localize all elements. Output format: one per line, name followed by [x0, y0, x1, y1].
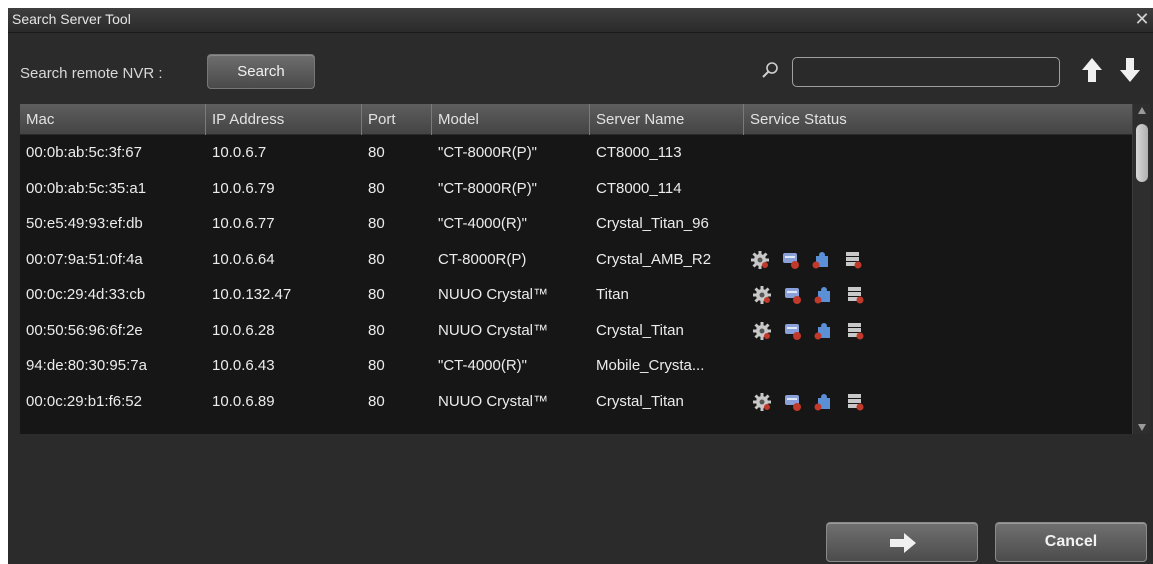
service-status-icons	[752, 321, 876, 341]
table-row[interactable]: 94:de:80:30:95:7a 10.0.6.43 80 "CT-4000(R)"…	[20, 348, 1132, 384]
cell-model: NUUO Crystal™	[438, 321, 549, 339]
database-icon[interactable]	[845, 392, 865, 412]
cell-mac: 00:07:9a:51:0f:4a	[26, 250, 143, 268]
close-icon[interactable]: ✕	[1133, 8, 1151, 30]
cancel-button[interactable]: Cancel	[995, 522, 1147, 562]
cell-server-name: CT8000_114	[596, 179, 682, 197]
arrow-down-icon[interactable]	[1118, 56, 1142, 84]
cell-port: 80	[368, 392, 385, 410]
table-row[interactable]: 00:0b:ab:5c:35:a1 10.0.6.79 80 "CT-8000R(P)…	[20, 171, 1132, 207]
table-row[interactable]: 00:0b:ab:5c:3f:67 10.0.6.7 80 "CT-8000R(P)"…	[20, 135, 1132, 171]
magnifier-icon	[762, 62, 778, 78]
database-icon[interactable]	[845, 285, 865, 305]
scroll-up-icon[interactable]	[1137, 106, 1147, 116]
scroll-down-icon[interactable]	[1137, 422, 1147, 432]
cell-server-name: CT8000_113	[596, 144, 682, 161]
cell-ip-address: 10.0.6.7	[212, 144, 267, 161]
gear-service-icon[interactable]	[750, 250, 770, 270]
search-server-tool-window: Search Server Tool ✕ Search remote NVR :…	[8, 8, 1153, 564]
cell-model: "CT-4000(R)"	[438, 357, 528, 374]
cell-mac: 00:50:56:96:6f:2e	[26, 321, 143, 339]
table-row[interactable]: 00:0c:29:b1:f6:52 10.0.6.89 80 NUUO Crystal…	[20, 384, 1132, 420]
cell-model: "CT-8000R(P)"	[438, 144, 538, 161]
table-row[interactable]: 50:e5:49:93:ef:db 10.0.6.77 80 "CT-4000(R)"…	[20, 206, 1132, 242]
table-row[interactable]: 00:07:9a:51:0f:4a 10.0.6.64 80 CT-8000R(P) C…	[20, 242, 1132, 278]
column-header-model[interactable]: Model	[432, 104, 590, 135]
cell-port: 80	[368, 215, 385, 232]
service-status-icons	[752, 392, 876, 412]
cell-model: NUUO Crystal™	[438, 286, 549, 303]
cell-port: 80	[368, 286, 385, 303]
cell-mac: 00:0c:29:4d:33:cb	[26, 286, 146, 303]
cell-port: 80	[368, 179, 385, 197]
cell-port: 80	[368, 321, 385, 339]
filter-input[interactable]	[792, 57, 1060, 87]
cell-mac: 00:0c:29:b1:f6:52	[26, 392, 142, 410]
scrollbar-thumb[interactable]	[1136, 124, 1148, 182]
column-header-service-status[interactable]: Service Status	[744, 104, 1132, 135]
next-button[interactable]	[826, 522, 978, 562]
service-status-icons	[750, 250, 874, 270]
cell-server-name: Mobile_Crysta...	[596, 357, 705, 374]
cell-port: 80	[368, 144, 385, 161]
column-header-mac[interactable]: Mac	[20, 104, 206, 135]
cell-server-name: Crystal_Titan	[596, 321, 684, 339]
table-header: Mac IP Address Port Model Server Name Se…	[20, 104, 1132, 135]
gear-service-icon[interactable]	[752, 392, 772, 412]
table-row[interactable]: 00:50:56:96:6f:2e 10.0.6.28 80 NUUO Crystal…	[20, 313, 1132, 349]
table-row[interactable]: 00:0c:29:4d:33:cb 10.0.132.47 80 NUUO Cryst…	[20, 277, 1132, 313]
puzzle-icon[interactable]	[814, 321, 834, 341]
table-body: 00:0b:ab:5c:3f:67 10.0.6.7 80 "CT-8000R(P)"…	[20, 135, 1132, 419]
gear-service-icon[interactable]	[752, 321, 772, 341]
column-header-port[interactable]: Port	[362, 104, 432, 135]
cell-ip-address: 10.0.6.64	[212, 250, 275, 268]
arrow-up-icon[interactable]	[1080, 56, 1104, 84]
cell-mac: 94:de:80:30:95:7a	[26, 357, 147, 374]
database-icon[interactable]	[845, 321, 865, 341]
cell-server-name: Titan	[596, 286, 629, 303]
cell-ip-address: 10.0.6.43	[212, 357, 275, 374]
cell-ip-address: 10.0.132.47	[212, 286, 292, 303]
puzzle-icon[interactable]	[812, 250, 832, 270]
cell-model: "CT-8000R(P)"	[438, 179, 538, 197]
arrow-right-icon	[890, 533, 916, 553]
cell-model: NUUO Crystal™	[438, 392, 549, 410]
shield-icon[interactable]	[783, 321, 803, 341]
cell-ip-address: 10.0.6.28	[212, 321, 275, 339]
cell-model: "CT-4000(R)"	[438, 215, 528, 232]
search-button[interactable]: Search	[207, 54, 315, 89]
server-table: Mac IP Address Port Model Server Name Se…	[20, 104, 1150, 434]
cell-mac: 00:0b:ab:5c:3f:67	[26, 144, 142, 161]
column-header-server-name[interactable]: Server Name	[590, 104, 744, 135]
title-bar: Search Server Tool ✕	[8, 8, 1153, 33]
cell-port: 80	[368, 250, 385, 268]
vertical-scrollbar[interactable]	[1132, 104, 1150, 434]
cell-ip-address: 10.0.6.77	[212, 215, 275, 232]
shield-icon[interactable]	[783, 392, 803, 412]
puzzle-icon[interactable]	[814, 285, 834, 305]
cell-mac: 50:e5:49:93:ef:db	[26, 215, 143, 232]
puzzle-icon[interactable]	[814, 392, 834, 412]
cell-server-name: Crystal_AMB_R2	[596, 250, 712, 268]
cell-server-name: Crystal_Titan	[596, 392, 684, 410]
search-remote-nvr-label: Search remote NVR :	[20, 65, 163, 82]
cell-ip-address: 10.0.6.89	[212, 392, 275, 410]
cell-mac: 00:0b:ab:5c:35:a1	[26, 179, 147, 197]
service-status-icons	[752, 285, 876, 305]
window-title: Search Server Tool	[12, 11, 131, 27]
shield-icon[interactable]	[783, 285, 803, 305]
cell-server-name: Crystal_Titan_96	[596, 215, 709, 232]
cell-model: CT-8000R(P)	[438, 250, 527, 268]
database-icon[interactable]	[843, 250, 863, 270]
gear-service-icon[interactable]	[752, 285, 772, 305]
cell-ip-address: 10.0.6.79	[212, 179, 275, 197]
column-header-ip-address[interactable]: IP Address	[206, 104, 362, 135]
search-toolbar: Search remote NVR : Search	[8, 54, 1153, 94]
shield-icon[interactable]	[781, 250, 801, 270]
cell-port: 80	[368, 357, 385, 374]
